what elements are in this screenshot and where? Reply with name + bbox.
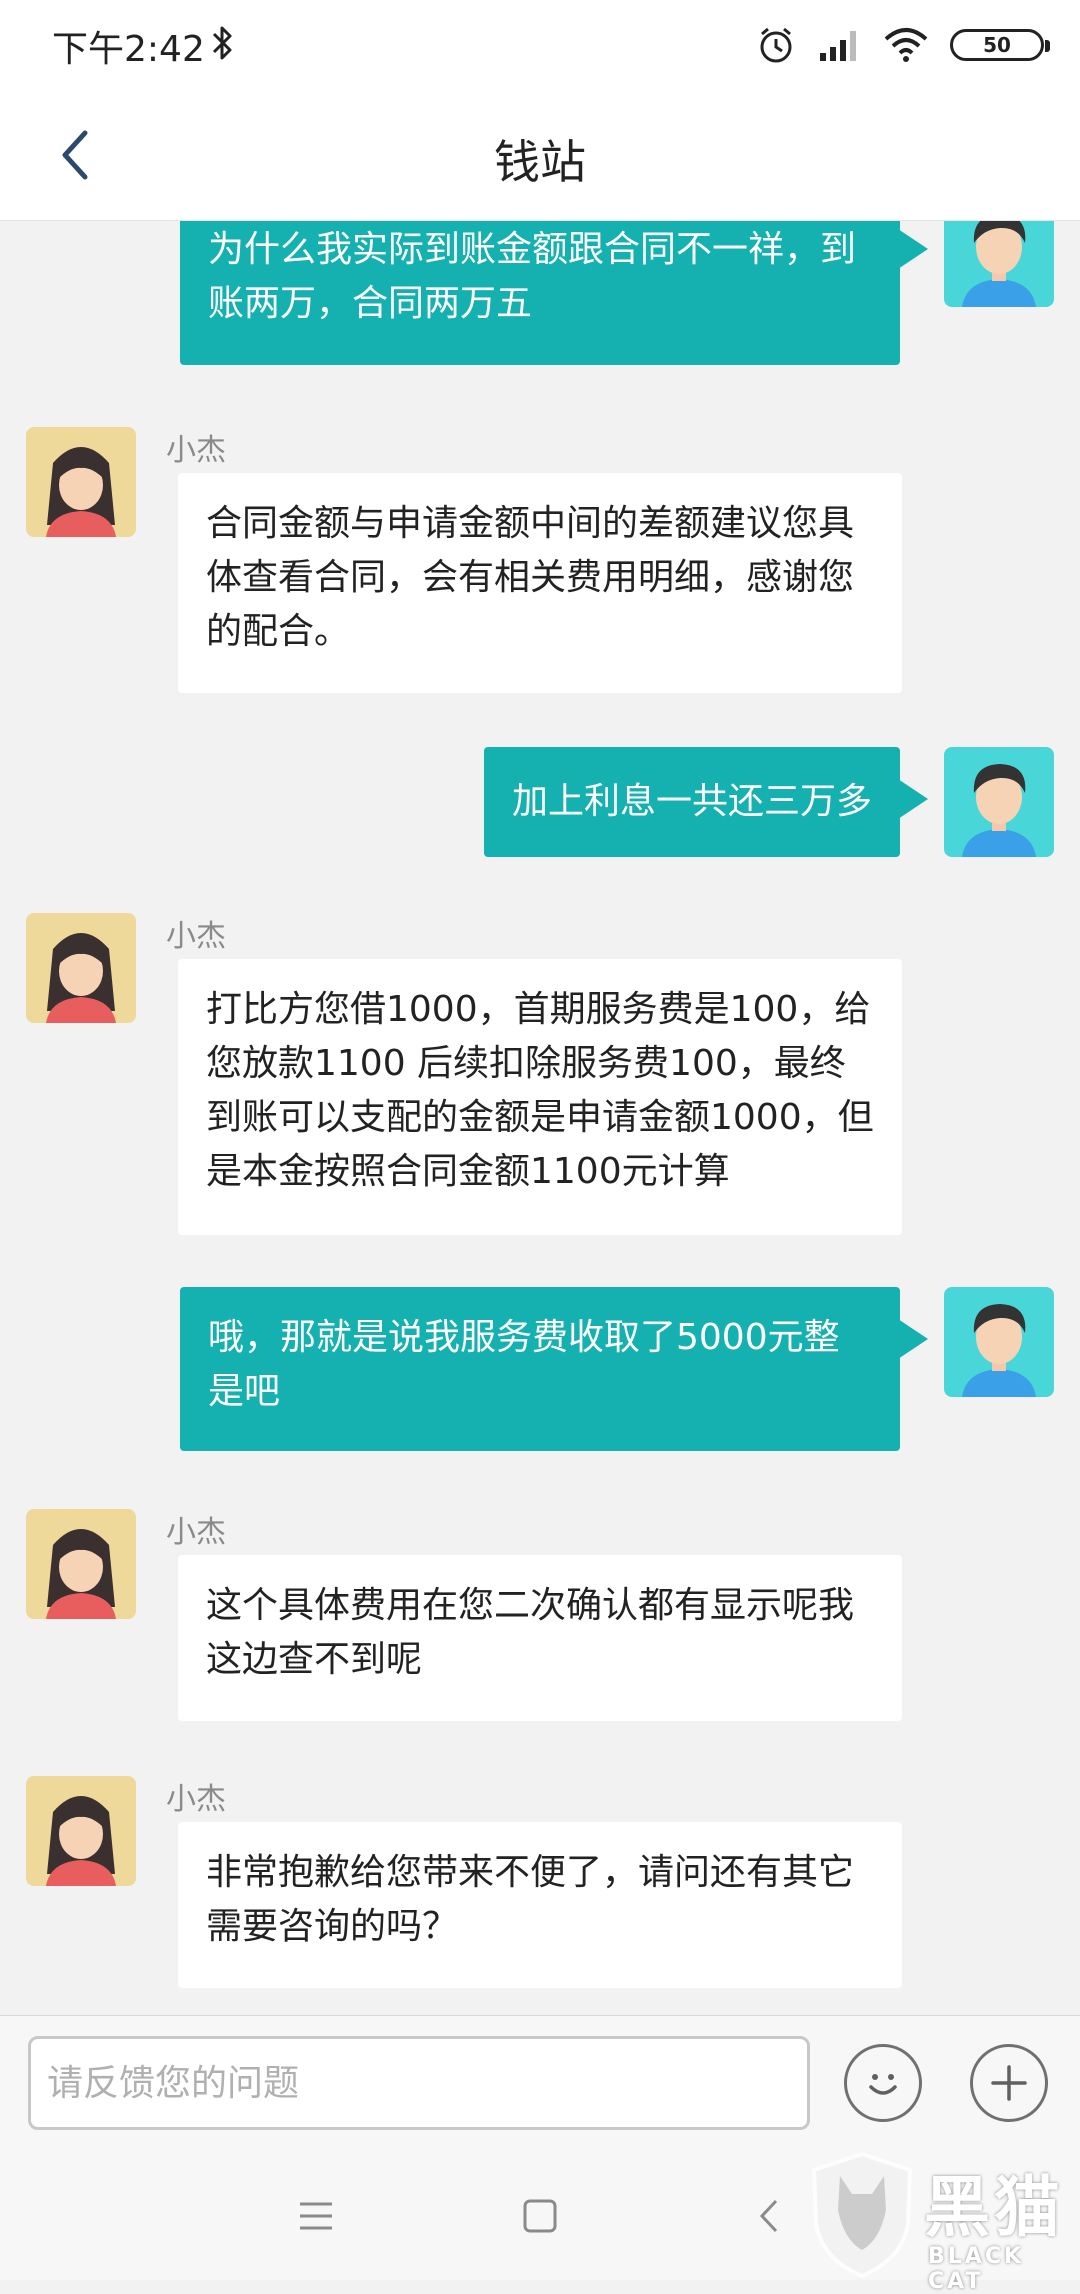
add-button[interactable] xyxy=(970,2044,1048,2122)
page-title: 钱站 xyxy=(494,135,586,189)
message-text: 打比方您借1000，首期服务费是100，给您放款1100 后续扣除服务费100，… xyxy=(206,989,874,1192)
square-icon xyxy=(523,2199,557,2233)
menu-icon xyxy=(300,2202,332,2230)
feedback-input[interactable] xyxy=(28,2036,810,2130)
wifi-icon xyxy=(884,28,928,62)
plus-icon xyxy=(991,2065,1027,2101)
girl-avatar-icon xyxy=(46,933,116,1023)
agent-avatar[interactable] xyxy=(26,913,136,1023)
boy-avatar-icon xyxy=(962,221,1036,307)
cat-shield-logo-icon xyxy=(811,2151,913,2279)
chat-list[interactable]: 为什么我实际到账金额跟合同不一祥，到账两万，合同两万五 小杰 合同金额与申请金额… xyxy=(0,221,1080,2015)
agent-avatar[interactable] xyxy=(26,1776,136,1886)
battery-indicator: 50 xyxy=(950,29,1050,61)
status-bar: 下午2:42 50 xyxy=(0,0,1080,90)
bluetooth-icon xyxy=(212,26,232,60)
sender-name: 小杰 xyxy=(166,919,226,954)
boy-avatar-icon xyxy=(962,1304,1036,1397)
agent-message-bubble[interactable]: 合同金额与申请金额中间的差额建议您具体查看合同，会有相关费用明细，感谢您的配合。 xyxy=(178,473,902,693)
alarm-icon xyxy=(760,27,792,63)
user-avatar[interactable] xyxy=(944,1287,1054,1397)
agent-avatar[interactable] xyxy=(26,427,136,537)
watermark-text: 黑猫 xyxy=(924,2169,1064,2246)
back-nav-button[interactable] xyxy=(738,2190,798,2242)
smiley-icon xyxy=(869,2074,897,2095)
message-text: 哦，那就是说我服务费收取了5000元整是吧 xyxy=(208,1317,840,1412)
message-text: 合同金额与申请金额中间的差额建议您具体查看合同，会有相关费用明细，感谢您的配合。 xyxy=(206,503,855,652)
user-avatar[interactable] xyxy=(944,747,1054,857)
agent-avatar[interactable] xyxy=(26,1509,136,1619)
girl-avatar-icon xyxy=(46,447,116,537)
agent-message-bubble[interactable]: 这个具体费用在您二次确认都有显示呢我这边查不到呢 xyxy=(178,1555,902,1721)
sender-name: 小杰 xyxy=(166,1782,226,1817)
girl-avatar-icon xyxy=(46,1529,116,1619)
girl-avatar-icon xyxy=(46,1796,116,1886)
user-message-bubble[interactable]: 为什么我实际到账金额跟合同不一祥，到账两万，合同两万五 xyxy=(180,221,928,365)
input-bar xyxy=(0,2015,1080,2150)
status-time: 下午2:42 xyxy=(52,29,205,70)
agent-message-bubble[interactable]: 非常抱歉给您带来不便了，请问还有其它需要咨询的吗？ xyxy=(178,1822,902,1988)
status-icons: 50 xyxy=(756,22,1050,68)
battery-level: 50 xyxy=(983,33,1011,57)
message-text: 加上利息一共还三万多 xyxy=(511,781,872,822)
signal-icon xyxy=(820,31,856,61)
chevron-left-icon xyxy=(759,2199,778,2233)
message-text: 非常抱歉给您带来不便了，请问还有其它需要咨询的吗？ xyxy=(206,1852,855,1947)
emoji-button[interactable] xyxy=(844,2044,922,2122)
user-message-bubble[interactable]: 加上利息一共还三万多 xyxy=(483,747,929,857)
user-avatar[interactable] xyxy=(944,221,1054,307)
watermark: 黑猫 BLACK CAT xyxy=(800,2150,1080,2294)
sender-name: 小杰 xyxy=(166,1515,226,1550)
message-text: 这个具体费用在您二次确认都有显示呢我这边查不到呢 xyxy=(206,1585,855,1680)
user-message-bubble[interactable]: 哦，那就是说我服务费收取了5000元整是吧 xyxy=(180,1287,928,1451)
message-text: 为什么我实际到账金额跟合同不一祥，到账两万，合同两万五 xyxy=(208,229,857,324)
header: 钱站 xyxy=(0,90,1080,221)
sender-name: 小杰 xyxy=(166,433,226,468)
agent-message-bubble[interactable]: 打比方您借1000，首期服务费是100，给您放款1100 后续扣除服务费100，… xyxy=(178,959,902,1235)
boy-avatar-icon xyxy=(962,764,1036,857)
home-nav-button[interactable] xyxy=(510,2190,570,2242)
watermark-subtext: BLACK CAT xyxy=(928,2244,1025,2294)
menu-nav-button[interactable] xyxy=(286,2190,346,2242)
